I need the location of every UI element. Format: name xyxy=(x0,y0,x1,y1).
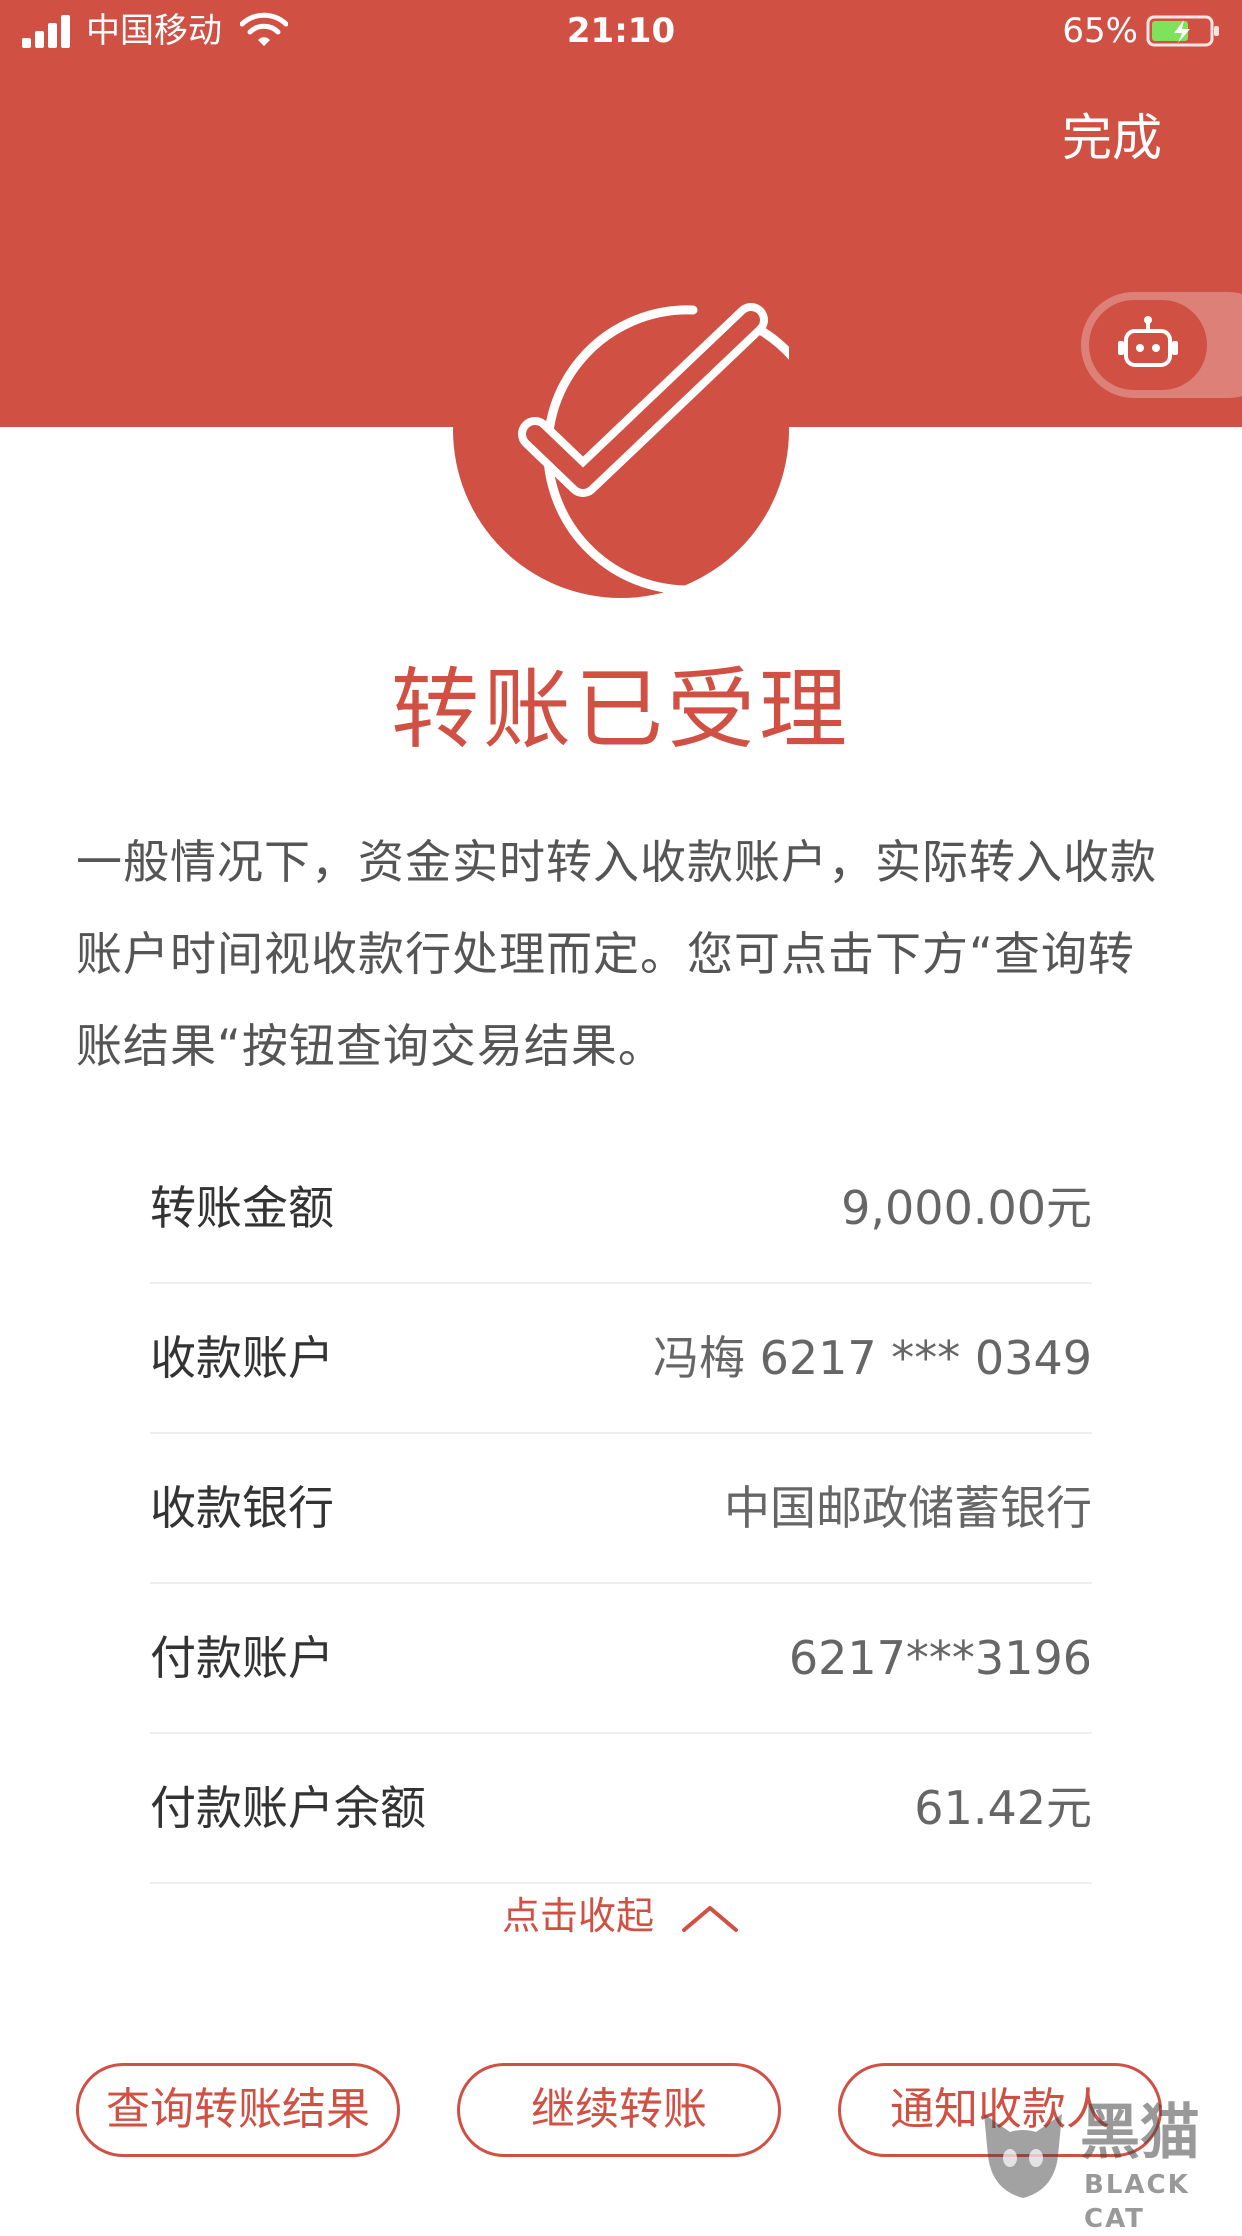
query-result-button[interactable]: 查询转账结果 xyxy=(76,2063,400,2157)
transfer-details: 转账金额 9,000.00元 收款账户 冯梅 6217 *** 0349 收款银… xyxy=(150,1134,1092,1884)
chevron-up-icon xyxy=(682,1905,739,1932)
watermark-subtext: BLACK CAT xyxy=(1084,2170,1190,2234)
detail-row-amount: 转账金额 9,000.00元 xyxy=(150,1134,1092,1284)
detail-label: 收款银行 xyxy=(150,1481,334,1535)
detail-row-payer-account: 付款账户 6217***3196 xyxy=(150,1584,1092,1734)
status-bar: 中国移动 21:10 65% xyxy=(0,0,1242,62)
black-cat-logo-icon xyxy=(984,2114,1062,2198)
assistant-button[interactable] xyxy=(1089,300,1207,390)
detail-value: 61.42元 xyxy=(914,1781,1092,1835)
detail-row-payee-bank: 收款银行 中国邮政储蓄银行 xyxy=(150,1434,1092,1584)
detail-label: 收款账户 xyxy=(150,1331,334,1385)
detail-label: 付款账户 xyxy=(150,1631,334,1685)
collapse-toggle[interactable]: 点击收起 xyxy=(0,1886,1242,1946)
collapse-label: 点击收起 xyxy=(501,1894,654,1938)
detail-label: 转账金额 xyxy=(150,1181,334,1235)
result-description: 一般情况下，资金实时转入收款账户，实际转入收款账户时间视收款行处理而定。您可点击… xyxy=(76,835,1157,1073)
result-title: 转账已受理 xyxy=(390,658,851,761)
detail-value: 9,000.00元 xyxy=(841,1181,1092,1235)
battery-icon xyxy=(1146,15,1219,47)
detail-value: 冯梅 6217 *** 0349 xyxy=(653,1331,1092,1385)
status-time: 21:10 xyxy=(566,11,676,51)
watermark-text: 黑猫 xyxy=(1080,2098,1200,2168)
robot-icon xyxy=(1118,316,1178,367)
detail-value: 6217***3196 xyxy=(788,1631,1092,1685)
detail-row-payer-balance: 付款账户余额 61.42元 xyxy=(150,1734,1092,1884)
continue-transfer-button[interactable]: 继续转账 xyxy=(457,2063,781,2157)
success-check-icon xyxy=(453,262,789,598)
watermark: 黑猫 BLACK CAT xyxy=(970,2098,1242,2234)
detail-label: 付款账户余额 xyxy=(150,1781,426,1835)
detail-row-payee-account: 收款账户 冯梅 6217 *** 0349 xyxy=(150,1284,1092,1434)
battery-percent: 65% xyxy=(1062,11,1138,51)
detail-value: 中国邮政储蓄银行 xyxy=(724,1481,1092,1535)
done-button[interactable]: 完成 xyxy=(1062,106,1162,170)
